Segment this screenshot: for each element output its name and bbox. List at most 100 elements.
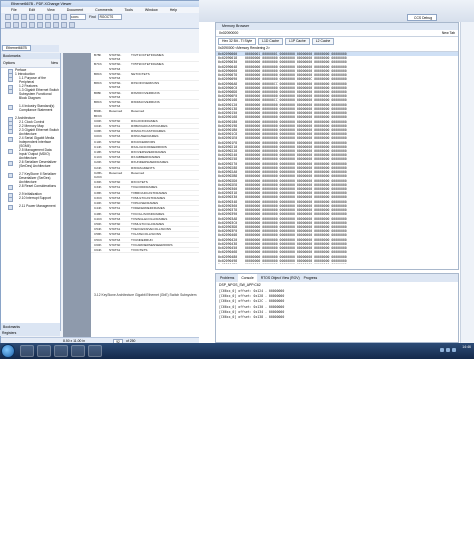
memory-row[interactable]: 0x020904B000000000 00000000 00000000 000… — [216, 263, 458, 264]
table-cell: STATS0-STATS3 — [109, 90, 122, 99]
taskbar-media-icon[interactable] — [37, 345, 51, 357]
tab-problems[interactable]: Problems — [220, 274, 234, 282]
taskbar-ccs-icon[interactable] — [88, 345, 102, 357]
taskbar-pdf-icon[interactable] — [71, 345, 85, 357]
flag-icon[interactable] — [452, 348, 456, 352]
tab-l1d-cache[interactable]: L1D Cache — [258, 37, 284, 45]
tab-progress[interactable]: Progress — [304, 274, 318, 282]
first-page-icon[interactable] — [45, 22, 51, 28]
table-cell: C50h — [94, 221, 102, 226]
new-tab-button[interactable]: New Tab — [442, 30, 455, 37]
clock-time: 14:46 — [462, 345, 471, 349]
table-cell: STATS2 — [109, 129, 121, 134]
taskbar-clock[interactable]: 14:46 — [462, 345, 471, 350]
tab-l1p-cache[interactable]: L1P Cache — [285, 37, 310, 45]
taskbar-explorer-icon[interactable] — [20, 345, 34, 357]
start-button[interactable] — [1, 344, 15, 358]
table-cell: C14h — [94, 144, 102, 149]
table-cell: STATS0 — [109, 139, 121, 144]
table-cell: B88h — [94, 90, 102, 95]
perspective-ccs-debug[interactable]: CCS Debug — [407, 14, 437, 21]
find-button[interactable]: Find — [89, 15, 96, 19]
table-cell: STATS3 — [109, 195, 121, 200]
table-cell: C5Ch — [94, 237, 102, 242]
pdf-window-title: Ethernet667B - PDF-XChange Viewer — [11, 2, 72, 6]
save-icon[interactable] — [13, 14, 19, 20]
table-cell: STATS0 — [109, 201, 121, 206]
volume-icon[interactable] — [446, 348, 450, 352]
fit-page-icon[interactable] — [21, 22, 27, 28]
table-cell: STATS1 — [109, 165, 121, 170]
table-cell: C58h — [94, 232, 102, 237]
memory-browser-tab[interactable]: Memory Browser — [216, 23, 458, 30]
table-cell: STATS2 — [109, 211, 121, 216]
table-cell: STATS3 — [109, 134, 121, 139]
select-tool-icon[interactable] — [45, 14, 51, 20]
open-icon[interactable] — [5, 14, 11, 20]
table-cell: C40h — [94, 201, 102, 206]
table-cell: STATS2 — [109, 150, 121, 155]
bookmarks-toolbar: Options New — [1, 59, 60, 68]
next-page-icon[interactable] — [61, 22, 67, 28]
tab-l2-cache[interactable]: L2 Cache — [311, 37, 335, 45]
bookmarks-footer-label[interactable]: Bookmarks — [3, 325, 20, 329]
zoom-in-icon[interactable] — [5, 22, 11, 28]
memory-address: 0x020904B0 — [216, 263, 245, 264]
bookmark-item[interactable]: 1.3 Gigabit Ethernet Switch Subsystem Fu… — [1, 88, 60, 104]
fit-width-icon[interactable] — [29, 22, 35, 28]
memory-rendering-caption: 0x2090000 <Memory Rendering 2> — [216, 45, 458, 52]
tab-rov[interactable]: RTOS Object View (ROV) — [261, 274, 300, 282]
hand-tool-icon[interactable] — [37, 14, 43, 20]
bookmark-item[interactable]: 2.3 Gigabit Ethernet Switch Architecture — [1, 128, 60, 136]
bookmark-item[interactable]: 2.5 Management Data Input/ Output (MDIO)… — [1, 148, 60, 160]
table-cell: C0Ch — [94, 134, 102, 139]
registers-label[interactable]: Registers — [2, 331, 16, 335]
console-line: [C66xx_0] offset: 0x138 - 00000000 — [219, 315, 285, 320]
bookmark-item[interactable]: 2.11 Power Management — [1, 204, 60, 212]
snapshot-icon[interactable] — [53, 14, 59, 20]
tab-hex-format[interactable]: Hex 32 Bit - TI Style — [218, 37, 257, 45]
bookmark-item[interactable]: 1.4 Industry Standard(s) Compliance Stat… — [1, 104, 60, 116]
table-cell: C24h — [94, 165, 102, 170]
table-cell: STATS1 — [109, 185, 121, 190]
options-button[interactable]: Options — [3, 61, 15, 65]
print-icon[interactable] — [21, 14, 27, 20]
rotate-icon[interactable] — [37, 22, 43, 28]
table-cell: C08h — [94, 129, 102, 134]
bookmark-item[interactable]: 2.8 Reset Considerations — [1, 184, 60, 192]
table-cell: C54h — [94, 227, 102, 232]
zoom-dropdown[interactable]: 100% — [70, 14, 86, 20]
tab-console[interactable]: Console — [238, 274, 257, 282]
bookmark-item[interactable]: 1.1 Purpose of the Peripheral — [1, 76, 60, 84]
bookmark-item[interactable]: 2.7 KeyStone II Serializer Deserializer … — [1, 172, 60, 184]
table-cell: C30h — [94, 180, 102, 185]
tab-ethernet667b[interactable]: Ethernet667B — [2, 45, 31, 51]
prev-page-icon[interactable] — [53, 22, 59, 28]
undo-icon[interactable] — [61, 14, 67, 20]
cache-tabs: Hex 32 Bit - TI Style L1D Cache L1P Cach… — [216, 37, 458, 45]
new-bookmark-button[interactable]: New — [51, 61, 58, 65]
console-output: [C66xx_0] offset: 0x124 - 00000000 [C66xx… — [216, 289, 458, 320]
table-cell: STATS0-STATS3 — [109, 62, 122, 71]
memory-address-input[interactable]: 0x02090000 New Tab — [216, 30, 458, 37]
memory-grid: 0x02090000 00000001 00000001 00000000 000… — [216, 52, 458, 264]
zoom-out-icon[interactable] — [13, 22, 19, 28]
table-cell: C18h — [94, 150, 102, 155]
taskbar-browser-icon[interactable] — [54, 345, 68, 357]
network-icon[interactable] — [440, 348, 444, 352]
bookmark-item[interactable]: 2.10 Interrupt Support — [1, 196, 60, 204]
table-cell: Reserved — [109, 170, 123, 175]
email-icon[interactable] — [29, 14, 35, 20]
search-input[interactable]: RGOCTS — [97, 14, 122, 20]
console-panel: Problems Console RTOS Object View (ROV) … — [215, 273, 459, 343]
table-cell: B90h-BFCh — [94, 109, 103, 118]
last-page-icon[interactable] — [69, 22, 75, 28]
table-cell: C04h — [94, 124, 102, 129]
table-cell: STATS2 — [109, 232, 121, 237]
table-cell: STATS0 — [109, 242, 121, 247]
table-cell: C44h — [94, 206, 102, 211]
table-cell: STATS3 — [109, 237, 121, 242]
bookmark-item[interactable]: 2.6 Serializer Deserializer (SerDes) Arc… — [1, 160, 60, 172]
bookmark-item[interactable]: 2.4 Serial Gigabit Media Independent Int… — [1, 136, 60, 148]
memory-browser-panel: Memory Browser 0x02090000 New Tab Hex 32… — [215, 22, 459, 270]
